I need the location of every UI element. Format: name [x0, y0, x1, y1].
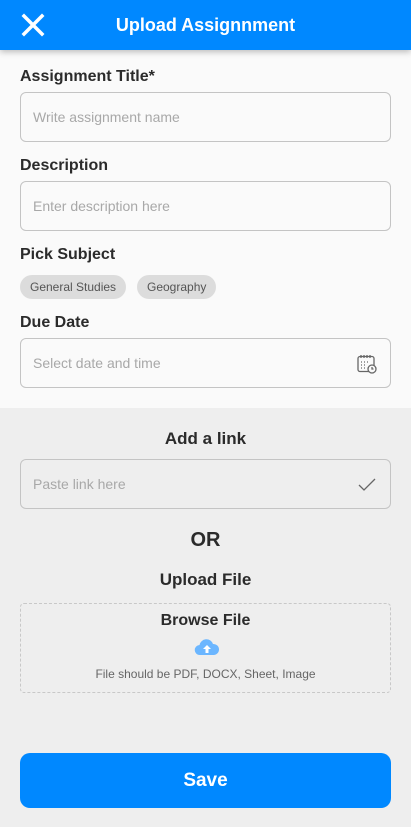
- due-date-field[interactable]: [20, 338, 391, 388]
- or-divider: OR: [190, 529, 221, 551]
- description-field[interactable]: [20, 181, 391, 231]
- file-type-hint: File should be PDF, DOCX, Sheet, Image: [95, 667, 316, 681]
- subject-chip-general-studies[interactable]: General Studies: [20, 275, 127, 299]
- description-input[interactable]: [21, 182, 390, 230]
- due-date-label: Due Date: [20, 314, 90, 331]
- link-input[interactable]: [21, 460, 390, 508]
- app-header: Upload Assignnment: [0, 0, 411, 50]
- link-field[interactable]: [20, 459, 391, 509]
- browse-file-dropzone[interactable]: Browse File File should be PDF, DOCX, Sh…: [20, 603, 391, 693]
- assignment-title-field[interactable]: [20, 92, 391, 142]
- save-button[interactable]: Save: [20, 753, 391, 808]
- assignment-title-input[interactable]: [21, 93, 390, 141]
- check-icon[interactable]: [356, 474, 378, 496]
- add-link-heading: Add a link: [164, 429, 247, 448]
- browse-file-label: Browse File: [160, 612, 251, 629]
- page-title: Upload Assignnment: [115, 15, 296, 35]
- cloud-upload-icon: [194, 639, 220, 656]
- assignment-title-label: Assignment Title*: [20, 68, 155, 85]
- subject-chip-geography[interactable]: Geography: [137, 275, 217, 299]
- pick-subject-label: Pick Subject: [20, 246, 116, 263]
- calendar-clock-icon[interactable]: [356, 353, 378, 375]
- description-label: Description: [20, 157, 109, 174]
- due-date-input[interactable]: [21, 339, 390, 387]
- upload-file-heading: Upload File: [159, 570, 252, 589]
